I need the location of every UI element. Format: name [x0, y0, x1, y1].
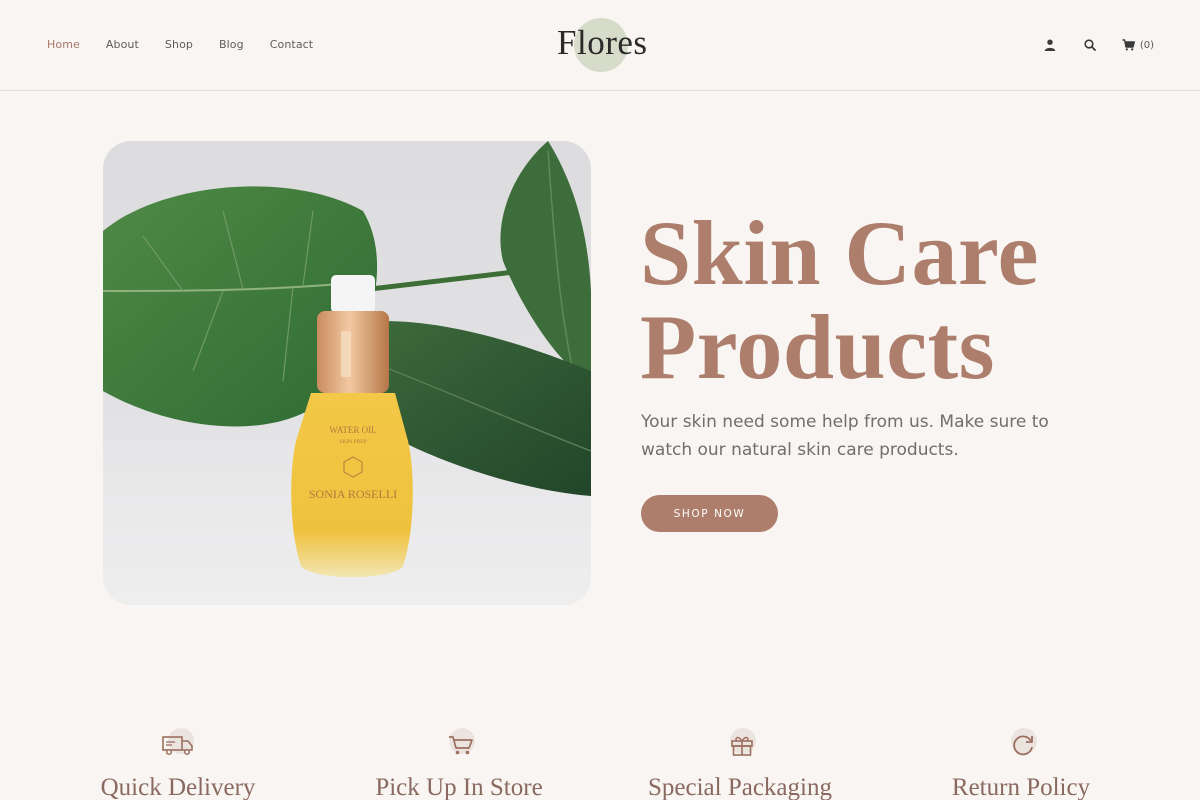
hero-product-image: WATER OIL SKIN PREP SONIA ROSELLI	[103, 141, 591, 605]
hero-title: Skin Care Products	[640, 206, 1160, 394]
cart-count: (0)	[1139, 39, 1154, 51]
hero-title-line2: Products	[640, 296, 995, 398]
search-icon[interactable]	[1082, 37, 1098, 53]
feature-return-policy: Return Policy	[891, 728, 1151, 800]
main-nav: Home About Shop Blog Contact	[47, 38, 313, 51]
feature-title: Special Packaging	[648, 774, 832, 800]
site-logo[interactable]: Flores	[556, 18, 656, 74]
hero-title-line1: Skin Care	[640, 202, 1040, 304]
gift-icon	[731, 736, 753, 756]
bottle-label: WATER OIL	[329, 425, 376, 435]
bottle-brand: SONIA ROSELLI	[309, 487, 397, 501]
cart-icon	[1122, 39, 1135, 51]
return-icon	[1013, 735, 1033, 756]
feature-pick-up-in-store: Pick Up In Store	[329, 728, 589, 800]
logo-text: Flores	[557, 23, 648, 62]
feature-title: Pick Up In Store	[375, 774, 543, 800]
feature-quick-delivery: Quick Delivery	[48, 728, 308, 800]
feature-title: Return Policy	[951, 774, 1091, 800]
cart-button[interactable]: (0)	[1122, 39, 1154, 51]
user-icon[interactable]	[1042, 37, 1058, 53]
bottle-sublabel: SKIN PREP	[339, 439, 366, 445]
nav-contact[interactable]: Contact	[270, 38, 314, 51]
hero-description: Your skin need some help from us. Make s…	[641, 412, 1049, 460]
shop-now-button[interactable]: SHOP NOW	[641, 495, 778, 532]
nav-home[interactable]: Home	[47, 38, 80, 51]
nav-shop[interactable]: Shop	[165, 38, 193, 51]
nav-blog[interactable]: Blog	[219, 38, 244, 51]
truck-icon	[162, 736, 193, 756]
feature-title: Quick Delivery	[100, 774, 256, 800]
cart-icon	[449, 736, 473, 755]
site-header: Home About Shop Blog Contact Flores (0)	[0, 0, 1200, 91]
nav-about[interactable]: About	[106, 38, 139, 51]
feature-special-packaging: Special Packaging	[610, 728, 870, 800]
header-actions: (0)	[1042, 37, 1154, 53]
